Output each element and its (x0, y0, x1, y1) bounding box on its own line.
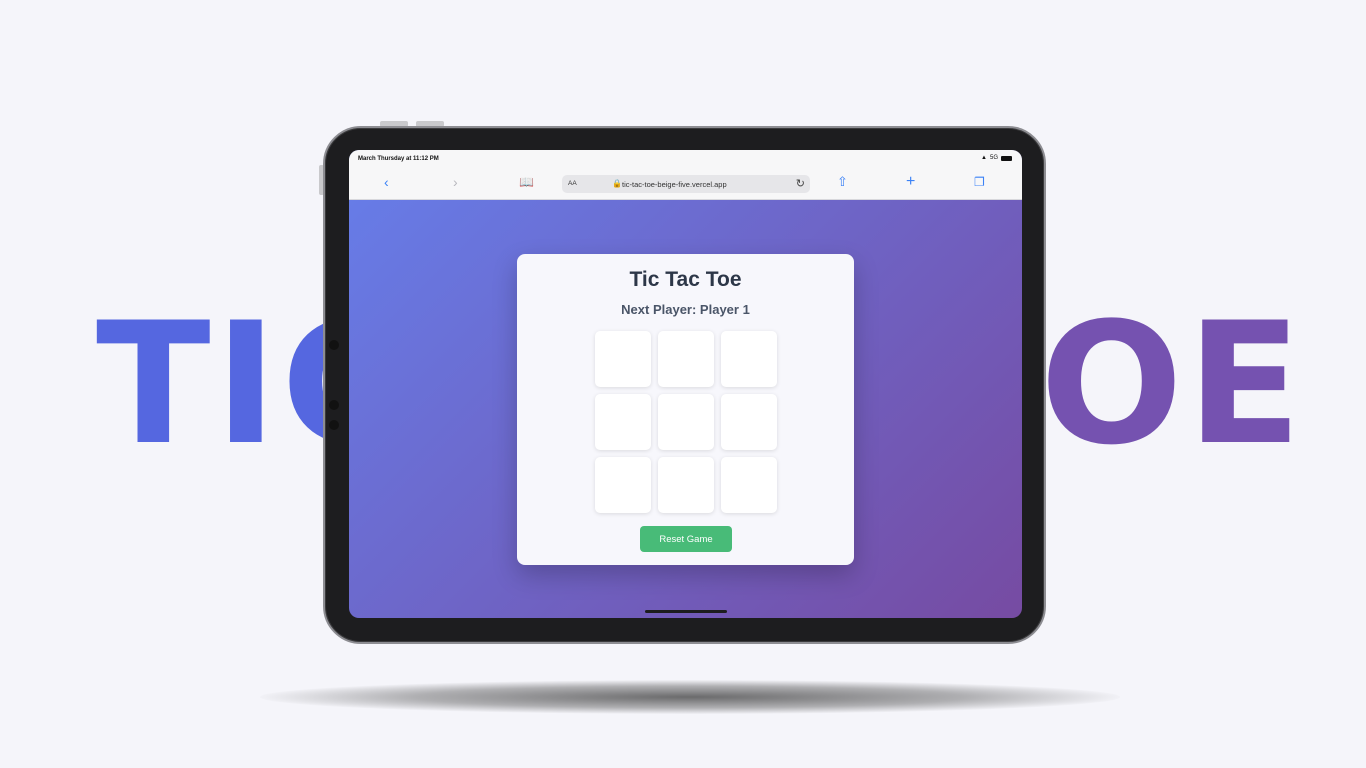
game-card: Tic Tac Toe Next Player: Player 1 Reset … (517, 254, 854, 565)
board-cell[interactable] (658, 331, 714, 387)
tablet-screen: March Thursday at 11:12 PM ▲ 5G ‹ › 📖 AA… (349, 150, 1022, 618)
plus-icon[interactable]: + (906, 174, 915, 190)
board-cell[interactable] (595, 394, 651, 450)
status-signal: 5G (989, 155, 998, 161)
lock-icon: 🔒 (612, 179, 622, 188)
status-indicators: ▲ 5G (981, 155, 1012, 161)
reload-icon[interactable]: ↻ (796, 177, 805, 190)
background-word-right: OE (1040, 286, 1306, 482)
page-title: Tic Tac Toe (629, 268, 742, 291)
reader-settings-button[interactable]: AA (568, 180, 577, 187)
board-cell[interactable] (721, 331, 777, 387)
browser-toolbar: March Thursday at 11:12 PM ▲ 5G ‹ › 📖 AA… (349, 150, 1022, 200)
board-cell[interactable] (595, 331, 651, 387)
tabs-icon[interactable]: ❐ (974, 174, 985, 190)
game-board (595, 331, 778, 514)
share-icon[interactable]: ⇧ (837, 174, 848, 190)
chevron-right-icon[interactable]: › (453, 174, 458, 190)
book-icon[interactable]: 📖 (519, 174, 534, 190)
camera-dot (329, 420, 339, 430)
board-cell[interactable] (721, 394, 777, 450)
address-bar[interactable]: AA 🔒 tic-tac-toe-beige-five.vercel.app ↻ (562, 175, 810, 193)
battery-icon (1001, 155, 1012, 161)
board-cell[interactable] (658, 457, 714, 513)
board-cell[interactable] (595, 457, 651, 513)
board-cell[interactable] (658, 394, 714, 450)
player-status: Next Player: Player 1 (621, 302, 750, 317)
signal-icon: ▲ (981, 155, 987, 161)
floor-shadow (260, 680, 1120, 714)
home-indicator (645, 610, 727, 613)
url-text: tic-tac-toe-beige-five.vercel.app (622, 180, 727, 189)
board-cell[interactable] (721, 457, 777, 513)
chevron-left-icon[interactable]: ‹ (384, 174, 389, 190)
camera-dot (329, 340, 339, 350)
reset-game-button[interactable]: Reset Game (640, 526, 732, 552)
status-time: March Thursday at 11:12 PM (358, 156, 439, 162)
camera-dot (329, 400, 339, 410)
